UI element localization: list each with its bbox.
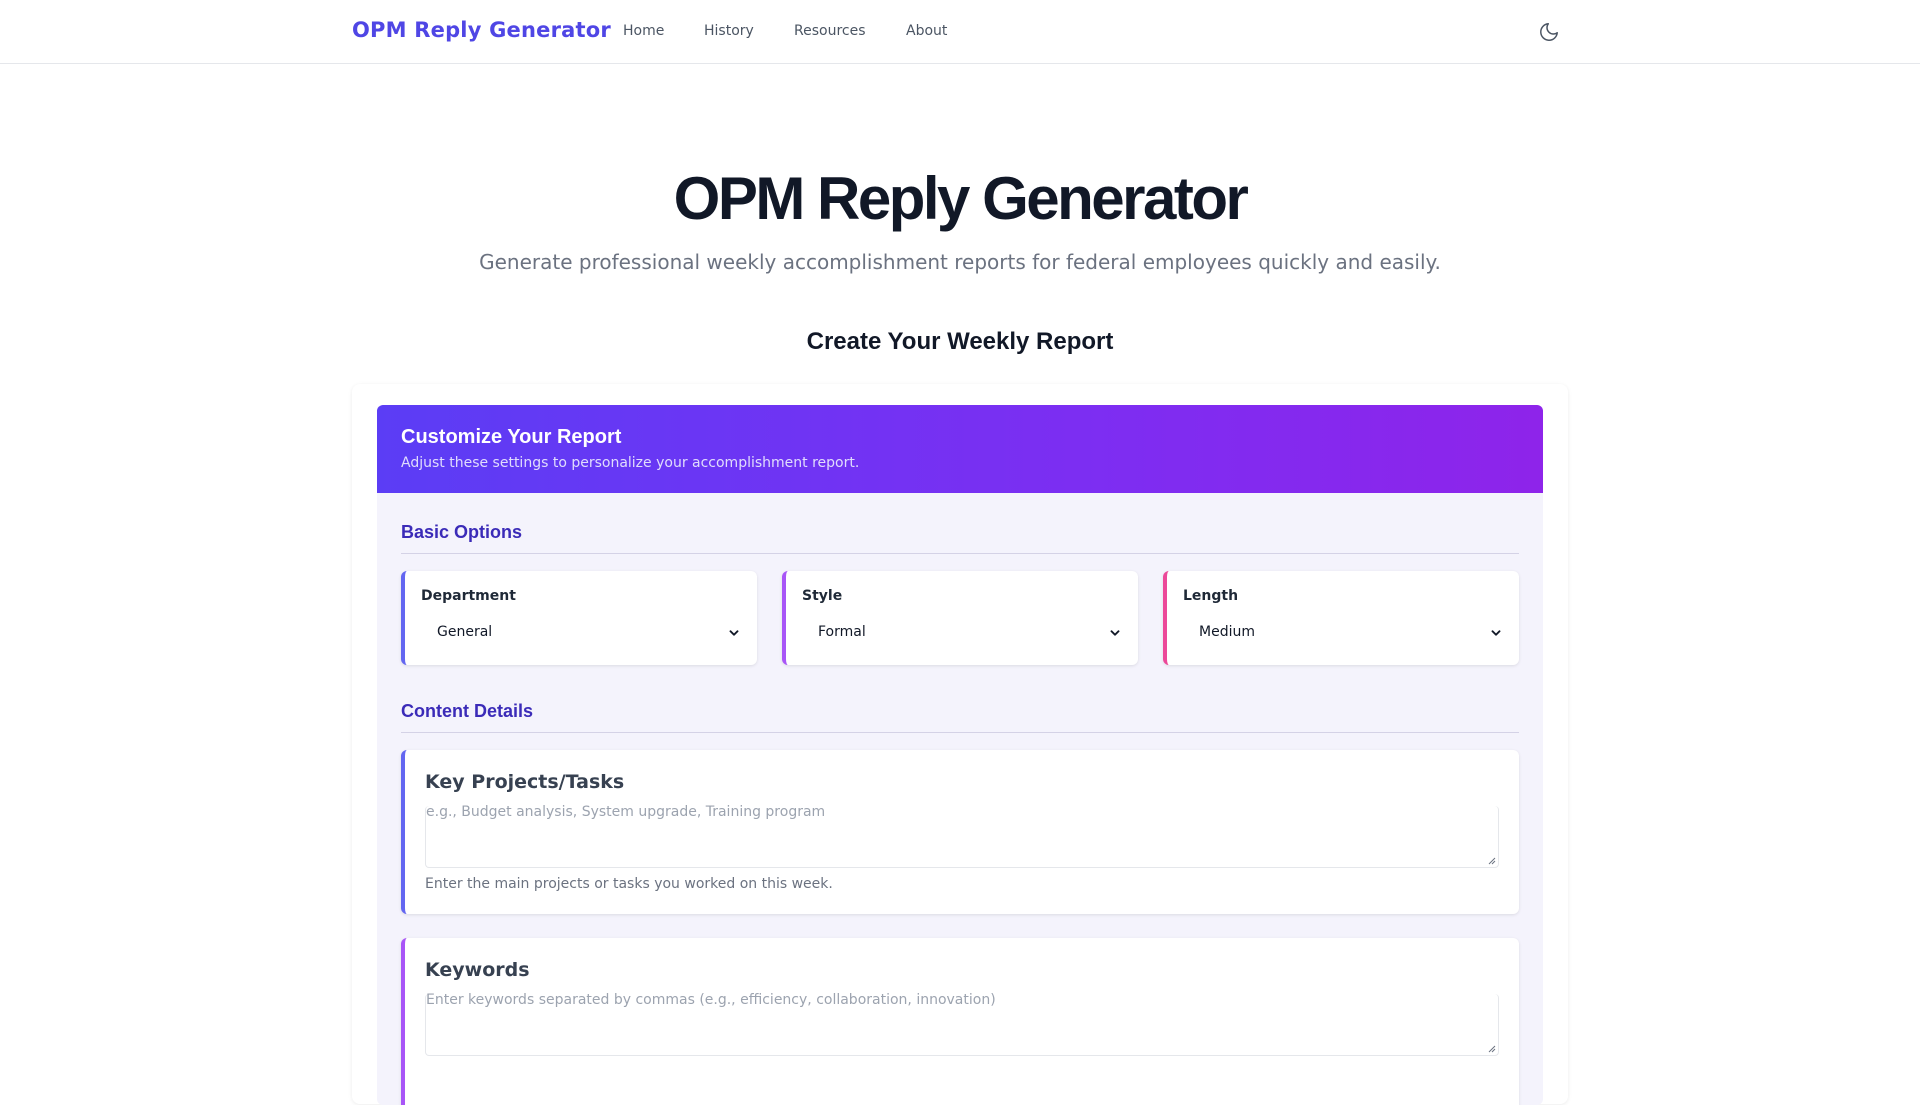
customize-panel: Customize Your Report Adjust these setti… bbox=[377, 405, 1543, 1105]
brand-logo-link[interactable]: OPM Reply Generator bbox=[352, 18, 611, 42]
divider bbox=[401, 732, 1519, 733]
length-value: Medium bbox=[1199, 624, 1255, 640]
nav-link-history[interactable]: History bbox=[704, 23, 754, 39]
department-value: General bbox=[437, 624, 493, 640]
page-title: OPM Reply Generator bbox=[673, 165, 1249, 232]
basic-options-title: Basic Options bbox=[401, 522, 523, 542]
divider bbox=[401, 553, 1519, 554]
key-projects-placeholder: e.g., Budget analysis, System upgrade, T… bbox=[426, 804, 826, 820]
style-label: Style bbox=[802, 588, 843, 604]
department-field: Department General bbox=[401, 571, 757, 665]
style-value: Formal bbox=[818, 624, 866, 640]
keywords-placeholder: Enter keywords separated by commas (e.g.… bbox=[426, 992, 996, 1008]
chevron-down-icon bbox=[729, 630, 739, 636]
keywords-textarea[interactable]: Enter keywords separated by commas (e.g.… bbox=[425, 992, 1499, 1056]
page-subtitle: Generate professional weekly accomplishm… bbox=[479, 250, 1441, 274]
nav-link-about[interactable]: About bbox=[906, 23, 947, 39]
key-projects-help: Enter the main projects or tasks you wor… bbox=[425, 876, 833, 892]
chevron-down-icon bbox=[1491, 630, 1501, 636]
chevron-down-icon bbox=[1110, 630, 1120, 636]
key-projects-field: Key Projects/Tasks e.g., Budget analysis… bbox=[401, 750, 1519, 914]
length-label: Length bbox=[1183, 588, 1239, 604]
section-heading: Create Your Weekly Report bbox=[806, 328, 1114, 355]
length-field: Length Medium bbox=[1163, 571, 1519, 665]
panel-title: Customize Your Report bbox=[401, 426, 622, 448]
nav-link-resources[interactable]: Resources bbox=[794, 23, 866, 39]
resize-handle-icon[interactable] bbox=[1488, 857, 1496, 865]
keywords-label: Keywords bbox=[425, 959, 530, 981]
length-select[interactable]: Medium bbox=[1183, 617, 1509, 649]
department-label: Department bbox=[421, 588, 516, 604]
resize-handle-icon[interactable] bbox=[1488, 1045, 1496, 1053]
nav-link-home[interactable]: Home bbox=[623, 23, 664, 39]
panel-subtitle: Adjust these settings to personalize you… bbox=[401, 455, 860, 471]
key-projects-textarea[interactable]: e.g., Budget analysis, System upgrade, T… bbox=[425, 804, 1499, 868]
style-field: Style Formal bbox=[782, 571, 1138, 665]
panel-header: Customize Your Report Adjust these setti… bbox=[377, 405, 1543, 493]
style-select[interactable]: Formal bbox=[802, 617, 1128, 649]
key-projects-label: Key Projects/Tasks bbox=[425, 771, 625, 793]
content-details-title: Content Details bbox=[401, 701, 534, 721]
top-navbar: OPM Reply Generator Home History Resourc… bbox=[0, 0, 1920, 64]
moon-icon[interactable] bbox=[1538, 21, 1560, 43]
department-select[interactable]: General bbox=[421, 617, 747, 649]
